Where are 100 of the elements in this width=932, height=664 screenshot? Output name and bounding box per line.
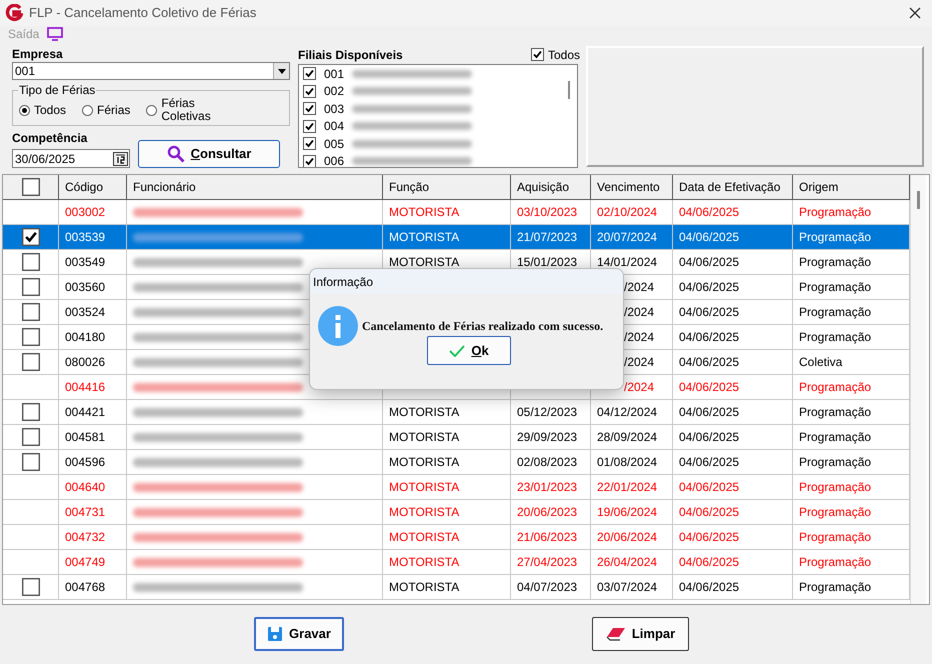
checkbox[interactable] <box>22 328 40 346</box>
table-cell-text: Programação <box>799 479 872 496</box>
table-row[interactable]: 004749 MOTORISTA 27/04/2023 26/04/2024 04/06/2025 Programação <box>3 550 910 575</box>
table-cell-text: 04/06/2025 <box>679 204 740 221</box>
consultar-button[interactable]: Consultar <box>138 140 280 168</box>
calendar-icon[interactable] <box>113 152 128 166</box>
table-row[interactable]: 004581 MOTORISTA 29/09/2023 28/09/2024 04/06/2025 Programação <box>3 425 910 450</box>
column-header[interactable]: Função <box>383 175 511 199</box>
ok-button[interactable]: Ok <box>427 336 511 365</box>
table-cell-text: MOTORISTA <box>389 454 460 471</box>
table-cell-text: Programação <box>799 304 872 321</box>
table-cell-text: 04/12/2024 <box>597 404 658 421</box>
checkbox[interactable] <box>303 67 316 80</box>
checkbox[interactable] <box>22 228 40 246</box>
column-header[interactable]: Vencimento <box>591 175 673 199</box>
dialog-message: Cancelamento de Férias realizado com sucesso. <box>362 318 604 335</box>
table-cell-text: 21/06/2023 <box>517 529 578 546</box>
table-row[interactable]: 004596 MOTORISTA 02/08/2023 01/08/2024 04/06/2025 Programação <box>3 450 910 475</box>
table-cell-text: /2024 <box>624 329 654 346</box>
table-cell-text: MOTORISTA <box>389 579 460 596</box>
checkbox[interactable] <box>22 353 40 371</box>
table-cell-text: 004581 <box>65 429 106 446</box>
table-cell-text: 04/06/2025 <box>679 379 740 396</box>
search-icon <box>166 145 185 163</box>
checkbox[interactable] <box>22 403 40 421</box>
column-header[interactable]: Funcionário <box>127 175 383 199</box>
logo-icon <box>5 4 23 22</box>
table-cell-text: Programação <box>799 204 872 221</box>
checkbox[interactable] <box>22 428 40 446</box>
table-cell-text: Programação <box>799 229 872 246</box>
table-cell-text: 20/06/2024 <box>597 529 658 546</box>
table-cell-text: 003560 <box>65 279 106 296</box>
table-cell-text: Programação <box>799 429 872 446</box>
table-row[interactable]: 004768 MOTORISTA 04/07/2023 03/07/2024 04/06/2025 Programação <box>3 575 910 600</box>
table-cell-text: /2024 <box>624 279 654 296</box>
radio-option[interactable]: Férias <box>82 104 130 116</box>
checkbox[interactable] <box>22 278 40 296</box>
table-row[interactable]: 004640 MOTORISTA 23/01/2023 22/01/2024 04/06/2025 Programação <box>3 475 910 500</box>
scrollbar[interactable] <box>910 175 926 604</box>
table-cell-text: 004596 <box>65 454 106 471</box>
filiais-label: Filiais Disponíveis <box>298 46 403 64</box>
table-cell-text: 04/07/2023 <box>517 579 578 596</box>
table-cell-text: 04/06/2025 <box>679 279 740 296</box>
checkbox[interactable] <box>303 137 316 150</box>
table-cell-text: 23/01/2023 <box>517 479 578 496</box>
table-cell-text: 004416 <box>65 379 106 396</box>
checkbox[interactable] <box>22 453 40 471</box>
checkbox[interactable] <box>22 303 40 321</box>
checkbox[interactable] <box>22 578 40 596</box>
table-cell-text: 22/01/2024 <box>597 479 658 496</box>
info-icon <box>318 306 358 346</box>
table-cell-text: 003539 <box>65 229 106 246</box>
radio-option[interactable]: Todos <box>19 104 66 116</box>
checkbox[interactable] <box>303 84 316 98</box>
table-row[interactable]: 004731 MOTORISTA 20/06/2023 19/06/2024 04/06/2025 Programação <box>3 500 910 525</box>
date-field[interactable]: 30/06/2025 <box>12 149 130 168</box>
empresa-label: Empresa <box>12 47 64 62</box>
checkbox[interactable] <box>303 102 316 116</box>
empresa-dropdown[interactable]: 001 <box>12 62 290 80</box>
table-cell-text: Programação <box>799 554 872 571</box>
filial-code: 006 <box>324 153 344 167</box>
table-cell-text: 003549 <box>65 254 106 271</box>
table-cell-text: Programação <box>799 379 872 396</box>
radio-option[interactable]: Férias Coletivas <box>146 97 212 123</box>
table-row[interactable]: 003539 MOTORISTA 21/07/2023 20/07/2024 04/06/2025 Programação <box>3 225 910 250</box>
table-row[interactable]: 003549 MOTORISTA 15/01/2023 14/01/2024 04/06/2025 Programação <box>3 250 910 275</box>
checkbox[interactable] <box>22 253 40 271</box>
table-cell-text: MOTORISTA <box>389 429 460 446</box>
table-cell-text: 04/06/2025 <box>679 454 740 471</box>
table-cell-text: 004731 <box>65 504 106 521</box>
table-cell-text: 20/07/2024 <box>597 229 658 246</box>
close-icon[interactable] <box>909 7 921 19</box>
limpar-button[interactable]: Limpar <box>592 617 689 651</box>
table-cell-text: 20/06/2023 <box>517 504 578 521</box>
checkbox[interactable] <box>303 120 316 133</box>
checkbox[interactable] <box>530 48 544 61</box>
table-cell-text: /2024 <box>624 304 654 321</box>
table-cell-text: 19/06/2024 <box>597 504 658 521</box>
monitor-icon[interactable] <box>47 27 64 41</box>
filial-code: 001 <box>324 66 344 83</box>
table-cell-text: 27/04/2023 <box>517 554 578 571</box>
column-header[interactable]: Código <box>59 175 127 199</box>
column-header[interactable]: Aquisição <box>511 175 591 199</box>
table-cell-text: 04/06/2025 <box>679 404 740 421</box>
table-cell-text: MOTORISTA <box>389 554 460 571</box>
checkbox[interactable] <box>303 154 316 167</box>
table-row[interactable]: 003002 MOTORISTA 03/10/2023 02/10/2024 04/06/2025 Programação <box>3 200 910 225</box>
table-cell-text: Programação <box>799 404 872 421</box>
table-row[interactable]: 004421 MOTORISTA 05/12/2023 04/12/2024 04/06/2025 Programação <box>3 400 910 425</box>
table-cell-text: 04/06/2025 <box>679 554 740 571</box>
table-cell-text: Programação <box>799 329 872 346</box>
table-cell-text: MOTORISTA <box>389 204 460 221</box>
filiais-list[interactable]: 001 002 003 004 005 006 <box>298 64 578 168</box>
table-cell-text: 04/06/2025 <box>679 229 740 246</box>
filial-code: 005 <box>324 136 344 153</box>
gravar-button[interactable]: Gravar <box>254 617 344 651</box>
checkbox[interactable] <box>22 178 40 196</box>
table-row[interactable]: 004732 MOTORISTA 21/06/2023 20/06/2024 04/06/2025 Programação <box>3 525 910 550</box>
column-header[interactable]: Data de Efetivação <box>673 175 793 199</box>
table-cell-text: 04/06/2025 <box>679 529 740 546</box>
